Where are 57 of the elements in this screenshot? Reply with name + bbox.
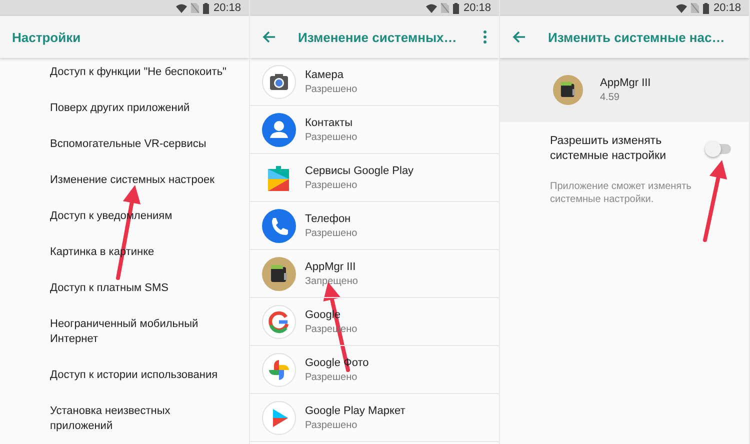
settings-item[interactable]: Изменение системных настроек: [0, 162, 232, 198]
permission-status: Запрещено: [305, 274, 358, 288]
settings-item[interactable]: Поверх других приложений: [0, 90, 232, 126]
screen-title: Настройки: [11, 30, 82, 44]
permission-status: Разрешено: [305, 82, 358, 96]
permission-status: Разрешено: [305, 370, 358, 384]
back-arrow-icon[interactable]: [262, 30, 276, 44]
wifi-icon: [676, 4, 688, 12]
toggle-switch[interactable]: [707, 144, 731, 154]
settings-item[interactable]: Доступ к функции "Не беспокоить": [0, 54, 232, 90]
setting-label: Разрешить изменять системные настройки: [550, 134, 668, 164]
settings-item[interactable]: Доступ к платным SMS: [0, 270, 232, 306]
permission-status: Разрешено: [305, 226, 358, 240]
battery-icon: [453, 2, 460, 14]
screen-title: Изменить системные нас…: [548, 30, 726, 44]
settings-item[interactable]: Вспомогательные VR-сервисы: [0, 126, 232, 162]
permission-status: Разрешено: [305, 418, 358, 432]
permission-status: Разрешено: [305, 178, 358, 192]
settings-item[interactable]: Доступ к истории использования: [0, 357, 232, 393]
colored-ring-icon: [262, 304, 296, 338]
app-name: Google Play Маркет: [305, 404, 406, 418]
app-name: Контакты: [305, 116, 354, 130]
app-list-item[interactable]: Google Play Маркет Разрешено: [250, 394, 499, 442]
app-list-item[interactable]: AppMgr III Запрещено: [250, 250, 499, 298]
more-menu-icon[interactable]: [483, 30, 487, 44]
no-sim-icon: [691, 3, 700, 13]
battery-icon: [203, 2, 210, 14]
no-sim-icon: [191, 3, 200, 13]
wifi-icon: [426, 4, 438, 12]
sd-card-app-icon: [553, 75, 583, 105]
status-time: 20:18: [463, 2, 491, 14]
no-sim-icon: [441, 3, 450, 13]
back-arrow-icon[interactable]: [512, 30, 526, 44]
app-list-item[interactable]: Телефон Разрешено: [250, 202, 499, 250]
person-icon: [262, 112, 296, 146]
app-list-item[interactable]: Контакты Разрешено: [250, 106, 499, 154]
app-name: Сервисы Google Play: [305, 164, 414, 178]
setting-description: Приложение сможет изменять системные настройки.: [549, 180, 692, 206]
permission-status: Разрешено: [305, 130, 358, 144]
app-name: Камера: [305, 68, 344, 82]
settings-item[interactable]: Установка неизвестных приложений: [0, 393, 232, 444]
camera-icon: [262, 64, 296, 98]
screen-title: Изменение системных…: [298, 30, 458, 44]
app-list-item[interactable]: Сервисы Google Play Разрешено: [250, 154, 499, 202]
status-time: 20:18: [213, 2, 241, 14]
pinwheel-icon: [262, 352, 296, 386]
status-time: 20:18: [713, 2, 741, 14]
app-name: Телефон: [305, 212, 352, 226]
app-name: AppMgr III: [305, 260, 357, 274]
battery-icon: [703, 2, 710, 14]
app-list-item[interactable]: Камера Разрешено: [250, 58, 499, 106]
settings-item[interactable]: Неограниченный мобильный Интернет: [0, 306, 232, 357]
app-version: 4.59: [600, 91, 620, 104]
wifi-icon: [176, 4, 188, 12]
app-name: AppMgr III: [600, 76, 651, 91]
sd-card-app-icon: [262, 256, 296, 290]
phone-icon: [262, 208, 296, 242]
